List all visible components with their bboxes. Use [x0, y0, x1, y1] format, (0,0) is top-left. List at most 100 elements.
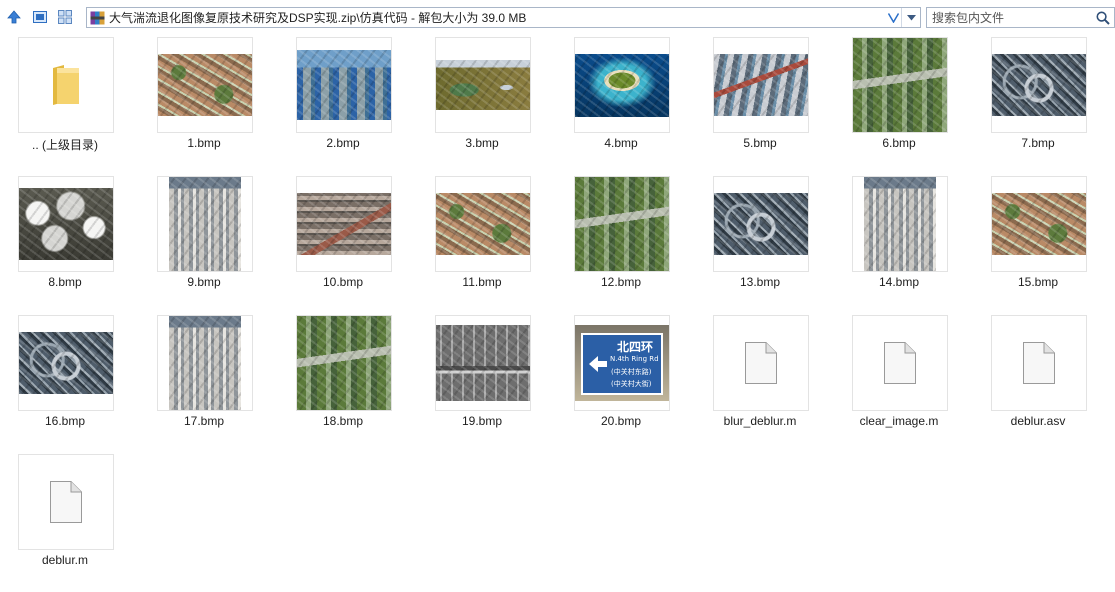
- airport-thumbnail-image: [575, 177, 669, 271]
- image-thumbnail: [852, 176, 948, 272]
- document-icon: [852, 315, 948, 411]
- file-grid: .. (上级目录) 1.bmp 2.bmp 3.bmp 4.bmp 5.bmp 6.bmp 7…: [0, 36, 1115, 586]
- interchange-thumbnail-image: [992, 54, 1086, 116]
- file-name-label: 5.bmp: [743, 136, 777, 150]
- image-thumbnail: [18, 315, 114, 411]
- search-input[interactable]: [930, 9, 1094, 26]
- file-name-label: 6.bmp: [882, 136, 916, 150]
- file-name-label: 2.bmp: [326, 136, 360, 150]
- image-file-item[interactable]: 北四环 N.4th Ring Rd (中关村东路) (中关村大街) 20.bmp: [556, 314, 676, 453]
- image-file-item[interactable]: 16.bmp: [0, 314, 120, 453]
- image-file-item[interactable]: 13.bmp: [695, 175, 815, 314]
- image-thumbnail: [296, 315, 392, 411]
- file-name-label: 4.bmp: [604, 136, 638, 150]
- image-thumbnail: [435, 37, 531, 133]
- image-file-item[interactable]: 1.bmp: [139, 36, 259, 175]
- image-thumbnail: [435, 176, 531, 272]
- file-name-label: 3.bmp: [465, 136, 499, 150]
- image-thumbnail: [296, 37, 392, 133]
- view-large-icon[interactable]: [31, 8, 49, 26]
- file-item[interactable]: blur_deblur.m: [695, 314, 815, 453]
- image-thumbnail: [713, 176, 809, 272]
- up-arrow-icon[interactable]: [5, 8, 23, 26]
- file-name-label: 14.bmp: [878, 275, 920, 289]
- image-thumbnail: [852, 37, 948, 133]
- village-thumbnail-image: [158, 54, 252, 116]
- airport-thumbnail-image: [297, 316, 391, 410]
- file-name-label: 9.bmp: [187, 275, 221, 289]
- view-grid-icon[interactable]: [56, 8, 74, 26]
- file-item[interactable]: deblur.asv: [973, 314, 1093, 453]
- image-file-item[interactable]: 19.bmp: [417, 314, 537, 453]
- file-name-label: 12.bmp: [600, 275, 642, 289]
- document-icon: [18, 454, 114, 550]
- parent-folder-item[interactable]: .. (上级目录): [0, 36, 120, 175]
- file-item[interactable]: clear_image.m: [834, 314, 954, 453]
- image-thumbnail: [713, 37, 809, 133]
- search-box[interactable]: [926, 7, 1115, 28]
- file-name-label: 17.bmp: [183, 414, 225, 428]
- file-name-label: 19.bmp: [461, 414, 503, 428]
- file-item[interactable]: deblur.m: [0, 453, 120, 592]
- file-name-label: 10.bmp: [322, 275, 364, 289]
- port-thumbnail-image: [714, 54, 808, 116]
- image-file-item[interactable]: 5.bmp: [695, 36, 815, 175]
- image-file-item[interactable]: 9.bmp: [139, 175, 259, 314]
- chevron-v-icon[interactable]: [885, 8, 901, 27]
- image-file-item[interactable]: 17.bmp: [139, 314, 259, 453]
- image-thumbnail: 北四环 N.4th Ring Rd (中关村东路) (中关村大街): [574, 315, 670, 411]
- sign-line-3: (中关村东路): [611, 368, 652, 376]
- toolbar: 大气湍流退化图像复原技术研究及DSP实现.zip\仿真代码 - 解包大小为 39…: [0, 0, 1115, 36]
- file-name-label: deblur.m: [41, 553, 89, 567]
- address-path: 大气湍流退化图像复原技术研究及DSP实现.zip\仿真代码 - 解包大小为 39…: [109, 11, 527, 25]
- airport-thumbnail-image: [853, 38, 947, 132]
- file-name-label: 20.bmp: [600, 414, 642, 428]
- archive-icon: [90, 11, 105, 25]
- image-thumbnail: [991, 37, 1087, 133]
- image-thumbnail: [157, 37, 253, 133]
- image-thumbnail: [157, 315, 253, 411]
- sign-line-4: (中关村大街): [611, 380, 652, 388]
- file-name-label: blur_deblur.m: [723, 414, 797, 428]
- image-file-item[interactable]: 3.bmp: [417, 36, 537, 175]
- image-file-item[interactable]: 10.bmp: [278, 175, 398, 314]
- image-thumbnail: [991, 176, 1087, 272]
- village-thumbnail-image: [436, 193, 530, 255]
- image-file-item[interactable]: 6.bmp: [834, 36, 954, 175]
- image-file-item[interactable]: 12.bmp: [556, 175, 676, 314]
- image-file-item[interactable]: 14.bmp: [834, 175, 954, 314]
- file-name-label: 1.bmp: [187, 136, 221, 150]
- document-icon: [991, 315, 1087, 411]
- file-name-label: clear_image.m: [859, 414, 939, 428]
- interchange-thumbnail-image: [714, 193, 808, 255]
- city-blue-thumbnail-image: [297, 50, 391, 120]
- interchange-thumbnail-image: [19, 332, 113, 394]
- image-thumbnail: [574, 37, 670, 133]
- image-file-item[interactable]: 2.bmp: [278, 36, 398, 175]
- image-file-item[interactable]: 18.bmp: [278, 314, 398, 453]
- image-thumbnail: [18, 176, 114, 272]
- dropdown-arrow-icon[interactable]: [901, 8, 920, 27]
- file-name-label: 16.bmp: [44, 414, 86, 428]
- search-icon[interactable]: [1096, 10, 1110, 25]
- image-file-item[interactable]: 7.bmp: [973, 36, 1093, 175]
- image-thumbnail: [296, 176, 392, 272]
- port-gray-thumbnail-image: [297, 193, 391, 255]
- address-bar[interactable]: 大气湍流退化图像复原技术研究及DSP实现.zip\仿真代码 - 解包大小为 39…: [86, 7, 921, 28]
- file-name-label: 18.bmp: [322, 414, 364, 428]
- image-thumbnail: [157, 176, 253, 272]
- image-file-item[interactable]: 8.bmp: [0, 175, 120, 314]
- image-file-item[interactable]: 11.bmp: [417, 175, 537, 314]
- towers-thumbnail-image: [864, 177, 936, 271]
- road-sign-thumbnail-image: 北四环 N.4th Ring Rd (中关村东路) (中关村大街): [575, 325, 669, 401]
- sign-line-1: 北四环: [617, 340, 654, 354]
- sign-line-2: N.4th Ring Rd: [610, 355, 659, 363]
- file-name-label: deblur.asv: [1010, 414, 1066, 428]
- village-thumbnail-image: [992, 193, 1086, 255]
- file-name-label: 13.bmp: [739, 275, 781, 289]
- image-file-item[interactable]: 4.bmp: [556, 36, 676, 175]
- image-file-item[interactable]: 15.bmp: [973, 175, 1093, 314]
- file-name-label: 8.bmp: [48, 275, 82, 289]
- file-name-label: 11.bmp: [462, 275, 502, 289]
- file-name-label: .. (上级目录): [32, 138, 98, 152]
